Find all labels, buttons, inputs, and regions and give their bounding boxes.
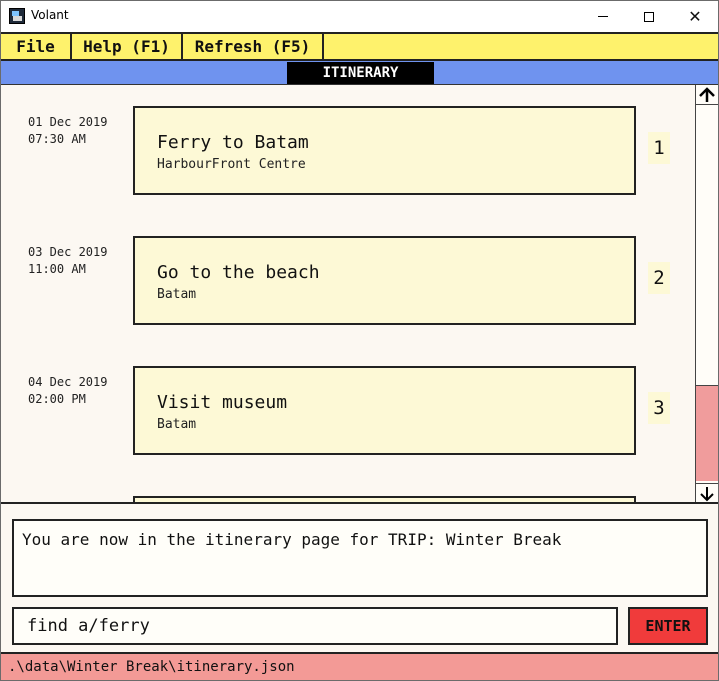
- event-date: 01 Dec 2019: [28, 115, 108, 129]
- event-location: Batam: [157, 417, 197, 432]
- event-time: 11:00 AM: [28, 262, 86, 276]
- page-header: ITINERARY: [1, 61, 718, 85]
- window-title: Volant: [31, 8, 69, 22]
- event-name: Visit museum: [157, 392, 288, 413]
- scroll-thumb[interactable]: [696, 385, 718, 481]
- event-index: 2: [648, 262, 670, 294]
- event-name: Ferry to Batam: [157, 132, 309, 153]
- arrow-up-icon: [699, 87, 715, 102]
- maximize-button[interactable]: [626, 1, 672, 32]
- event-index: 1: [648, 132, 670, 164]
- event-time: 02:00 PM: [28, 392, 86, 406]
- event-location: HarbourFront Centre: [157, 157, 306, 172]
- minimize-icon: [598, 16, 608, 17]
- menu-bar: File Help (F1) Refresh (F5): [1, 32, 718, 61]
- maximize-icon: [644, 11, 654, 22]
- minimize-button[interactable]: [580, 1, 626, 32]
- event-time: 07:30 AM: [28, 132, 86, 146]
- event-date: 03 Dec 2019: [28, 245, 108, 259]
- result-display: You are now in the itinerary page for TR…: [12, 519, 708, 597]
- event-card[interactable]: Go to the beach Batam: [133, 236, 636, 325]
- menu-refresh[interactable]: Refresh (F5): [183, 34, 324, 59]
- arrow-down-icon: [700, 487, 714, 502]
- page-title: ITINERARY: [287, 62, 434, 84]
- status-bar-path: .\data\Winter Break\itinerary.json: [1, 652, 718, 680]
- list-item-partial[interactable]: [2, 476, 695, 502]
- list-item[interactable]: 04 Dec 2019 02:00 PM Visit museum Batam …: [2, 346, 695, 455]
- menu-help[interactable]: Help (F1): [72, 34, 183, 59]
- menu-file[interactable]: File: [1, 34, 72, 59]
- title-bar: Volant ✕: [1, 1, 718, 32]
- app-window: Volant ✕ File Help (F1) Refresh (F5) ITI…: [0, 0, 719, 681]
- event-index: 3: [648, 392, 670, 424]
- command-input[interactable]: [12, 607, 618, 645]
- event-name: Go to the beach: [157, 262, 320, 283]
- event-card[interactable]: Ferry to Batam HarbourFront Centre: [133, 106, 636, 195]
- itinerary-list: 01 Dec 2019 07:30 AM Ferry to Batam Harb…: [2, 86, 695, 502]
- event-location: Batam: [157, 287, 197, 302]
- enter-button[interactable]: ENTER: [628, 607, 708, 645]
- list-item[interactable]: 01 Dec 2019 07:30 AM Ferry to Batam Harb…: [2, 86, 695, 195]
- close-icon: ✕: [688, 7, 702, 26]
- close-button[interactable]: ✕: [672, 1, 718, 32]
- event-card[interactable]: Visit museum Batam: [133, 366, 636, 455]
- list-item[interactable]: 03 Dec 2019 11:00 AM Go to the beach Bat…: [2, 216, 695, 325]
- scroll-down-button[interactable]: [696, 483, 718, 503]
- scroll-up-button[interactable]: [696, 85, 718, 105]
- list-scrollbar[interactable]: [695, 85, 718, 503]
- event-date: 04 Dec 2019: [28, 375, 108, 389]
- volant-app-icon: [9, 8, 25, 24]
- result-panel: You are now in the itinerary page for TR…: [1, 502, 718, 601]
